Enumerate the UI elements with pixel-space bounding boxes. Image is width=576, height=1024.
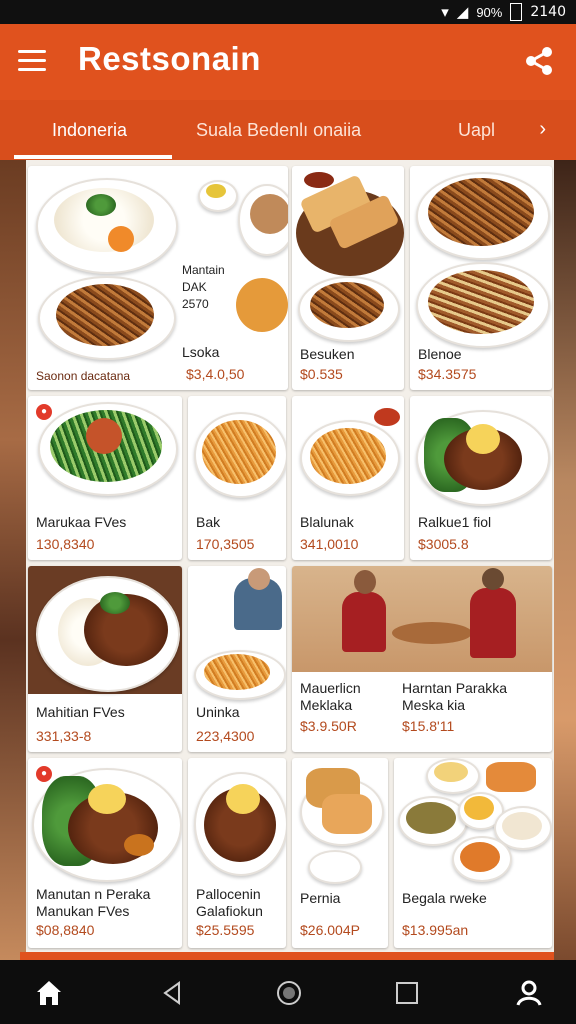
app-title: Restsonain: [78, 40, 261, 77]
dish-price: $3.9.50R: [300, 718, 357, 734]
dish-name: Mauerlicn Meklaka: [300, 680, 361, 713]
dish-price: 223,4300: [196, 728, 255, 744]
battery-icon: [510, 3, 523, 21]
back-icon[interactable]: [158, 978, 188, 1008]
app-bar: Restsonain: [0, 24, 576, 100]
badge-icon: ●: [36, 404, 52, 420]
dish-name: Bak: [196, 514, 221, 530]
menu-grid: Mantain DAK 2570 Lsoka $3,4.0,50 Saonon …: [26, 160, 554, 956]
menu-card[interactable]: Blalunak 341,0010: [292, 396, 404, 560]
dish-name: Lsoka: [182, 344, 220, 360]
dish-name: Ralkue1 fiol: [418, 514, 492, 530]
dish-name: Uninka: [196, 704, 240, 720]
background-left: [0, 160, 26, 960]
home-circle-icon[interactable]: [274, 978, 304, 1008]
bottom-strip: [20, 952, 554, 960]
tab-third[interactable]: Uapl: [458, 120, 495, 141]
badge-icon: ●: [36, 766, 52, 782]
chevron-right-icon[interactable]: ›: [539, 118, 546, 141]
profile-icon[interactable]: [514, 978, 544, 1008]
dish-name: Marukaa FVes: [36, 514, 127, 530]
menu-card[interactable]: Uninka 223,4300: [188, 566, 286, 752]
dish-price: 331,33-8: [36, 728, 92, 744]
menu-card[interactable]: ● Mahitian FVes 331,33-8: [28, 566, 182, 752]
dish-name: Blalunak: [300, 514, 354, 530]
dish-price: $25.5595: [196, 922, 255, 938]
dish-price: $08,8840: [36, 922, 95, 938]
menu-card[interactable]: ● Marukaa FVes 130,8340: [28, 396, 182, 560]
dish-subtitle: Saonon dacatana: [36, 369, 131, 383]
signal-text: 90%: [476, 4, 503, 20]
clock-time: 2140: [530, 4, 566, 20]
home-icon[interactable]: [34, 978, 64, 1008]
menu-card[interactable]: Ralkue1 fiol $3005.8: [410, 396, 552, 560]
menu-card[interactable]: Begala rweke $13.995an: [394, 758, 552, 948]
dish-price: $26.004P: [300, 922, 360, 938]
dish-name: Pallocenin Galafiokun: [196, 886, 263, 919]
menu-card[interactable]: Pernia $26.004P: [292, 758, 388, 948]
category-tabs: Indoneria Suala Bedenlı onaiia Uapl: [0, 100, 576, 160]
menu-card[interactable]: Blenoe $34.3575: [410, 166, 552, 390]
dish-name: Blenoe: [418, 346, 462, 362]
tab-indonesia[interactable]: Indoneria: [52, 120, 127, 141]
dish-price: $3005.8: [418, 536, 469, 552]
status-bar: ▾ ◢ 90% 2140: [0, 0, 576, 24]
dish-price: $34.3575: [418, 366, 477, 382]
wifi-icon: ▾: [441, 4, 449, 21]
card-extra-label: Mantain DAK 2570: [182, 263, 225, 311]
dish-name: Mahitian FVes: [36, 704, 125, 720]
dish-price: $13.995an: [402, 922, 469, 938]
dish-price: $15.8'11: [402, 718, 455, 734]
dish-price: 130,8340: [36, 536, 95, 552]
tab-indicator: [14, 155, 172, 159]
dish-price: 170,3505: [196, 536, 255, 552]
navigation-bar: [0, 960, 576, 1024]
menu-card[interactable]: Mauerlicn Meklaka $3.9.50R Harntan Parak…: [292, 566, 552, 752]
background-right: [554, 160, 576, 960]
dish-name: Manutan n Peraka Manukan FVes: [36, 886, 151, 919]
dish-name: Besuken: [300, 346, 355, 362]
dish-name: Begala rweke: [402, 890, 487, 906]
dish-price: $0.535: [300, 366, 343, 382]
menu-card[interactable]: Bak 170,3505: [188, 396, 286, 560]
recents-icon[interactable]: [392, 978, 422, 1008]
menu-card[interactable]: Besuken $0.535: [292, 166, 404, 390]
share-icon[interactable]: [524, 46, 554, 76]
menu-card[interactable]: ● Manutan n Peraka Manukan FVes $08,8840: [28, 758, 182, 948]
dish-name: Pernia: [300, 890, 341, 906]
cell-signal-icon: ◢: [456, 4, 469, 21]
dish-name: Harntan Parakka Meska kia: [402, 680, 508, 713]
menu-card[interactable]: Mantain DAK 2570 Lsoka $3,4.0,50 Saonon …: [28, 166, 288, 390]
tab-second[interactable]: Suala Bedenlı onaiia: [196, 120, 361, 141]
dish-price: 341,0010: [300, 536, 359, 552]
dish-price: $3,4.0,50: [186, 366, 245, 382]
menu-icon[interactable]: [18, 50, 46, 72]
menu-card[interactable]: Pallocenin Galafiokun $25.5595: [188, 758, 286, 948]
